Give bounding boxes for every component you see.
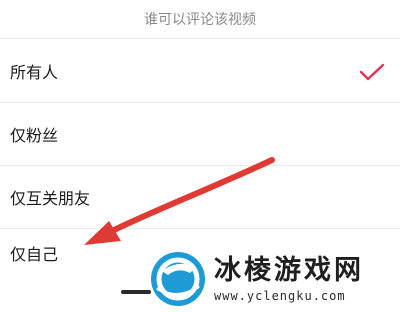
option-mutual-friends[interactable]: 仅互关朋友 (0, 166, 400, 228)
option-everyone[interactable]: 所有人 (0, 40, 400, 102)
option-label: 仅粉丝 (10, 126, 59, 145)
option-fans-only[interactable]: 仅粉丝 (0, 103, 400, 165)
check-icon (359, 63, 385, 81)
option-label: 仅自己 (10, 245, 59, 264)
option-label: 所有人 (10, 63, 59, 82)
sheet-title: 谁可以评论该视频 (144, 12, 256, 28)
option-label: 仅互关朋友 (10, 189, 91, 208)
divider (0, 38, 400, 39)
home-indicator (121, 290, 151, 294)
watermark-url: www.yclengku.com (214, 289, 346, 303)
logo-icon (151, 252, 205, 306)
watermark: 冰棱游戏网 www.yclengku.com (148, 246, 400, 312)
watermark-brand: 冰棱游戏网 (214, 255, 364, 286)
